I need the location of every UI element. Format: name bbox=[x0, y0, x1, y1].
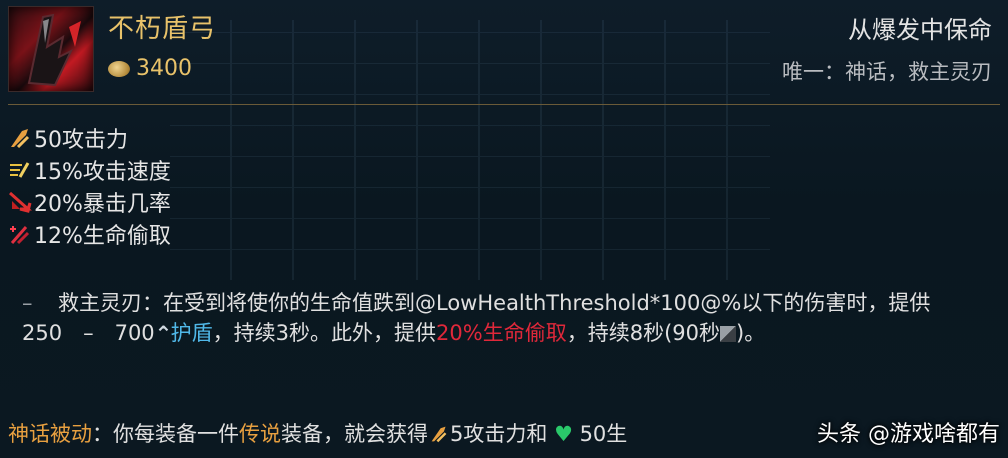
life-steal-icon bbox=[10, 226, 30, 245]
passive-text-3: ，持续8秒(90秒 bbox=[566, 321, 721, 345]
stat-text: 12%生命偷取 bbox=[34, 224, 171, 249]
passive-description: – 救主灵刃：在受到将使你的生命值跌到@LowHealthThreshold*10… bbox=[22, 288, 997, 349]
shield-keyword: 护盾 bbox=[170, 321, 213, 345]
background-ghost-text bbox=[170, 20, 770, 280]
cost-row: 3400 bbox=[108, 56, 192, 81]
unique-tag: 唯一：神话，救主灵刃 bbox=[782, 60, 992, 84]
stat-text: 50攻击力 bbox=[34, 128, 128, 153]
watermark: 头条 @游戏啥都有 bbox=[817, 422, 1000, 447]
lifesteal-keyword: 20%生命偷取 bbox=[436, 321, 567, 345]
item-tooltip: 不朽盾弓 3400 从爆发中保命 唯一：神话，救主灵刃 50攻击力 15%攻击速… bbox=[0, 0, 1008, 458]
stat-row: 15%攻击速度 bbox=[8, 154, 171, 186]
stat-text: 20%暴击几率 bbox=[34, 192, 171, 217]
stat-text: 15%攻击速度 bbox=[34, 160, 171, 185]
stat-row: 50攻击力 bbox=[8, 122, 171, 154]
health-heart-icon: ♥ bbox=[554, 422, 573, 446]
mythic-ad-text: 5攻击力和 bbox=[450, 422, 548, 446]
item-cost: 3400 bbox=[136, 56, 192, 81]
stat-row: 20%暴击几率 bbox=[8, 186, 171, 218]
mythic-label: 神话被动 bbox=[8, 422, 92, 446]
passive-text-2: ，持续3秒。此外，提供 bbox=[212, 321, 437, 345]
crit-chance-icon bbox=[9, 191, 32, 213]
attack-damage-icon bbox=[431, 426, 447, 443]
mythic-hp-text: 50生 bbox=[572, 422, 628, 446]
mythic-passive: 神话被动：你每装备一件传说装备，就会获得 5攻击力和 ♥ 50生 bbox=[8, 418, 627, 448]
stat-row: 12%生命偷取 bbox=[8, 218, 171, 250]
gold-coin-icon bbox=[108, 60, 130, 77]
legendary-keyword: 传说 bbox=[239, 422, 281, 446]
immortal-shieldbow-icon bbox=[8, 6, 94, 92]
mythic-text-1: 装备，就会获得 bbox=[281, 422, 428, 446]
cooldown-icon bbox=[720, 326, 737, 342]
item-category: 从爆发中保命 bbox=[848, 16, 992, 44]
passive-text-4: )。 bbox=[736, 321, 766, 345]
attack-speed-icon bbox=[10, 162, 30, 178]
bullet-dash: – bbox=[22, 291, 33, 315]
item-name: 不朽盾弓 bbox=[108, 14, 217, 44]
stat-list: 50攻击力 15%攻击速度 20%暴击几率 12%生命偷取 bbox=[8, 122, 171, 250]
shield-icon: ⌃ bbox=[154, 322, 173, 346]
divider bbox=[8, 104, 1000, 105]
attack-damage-icon bbox=[11, 129, 30, 149]
mythic-text-colon: ：你每装备一件 bbox=[92, 422, 239, 446]
